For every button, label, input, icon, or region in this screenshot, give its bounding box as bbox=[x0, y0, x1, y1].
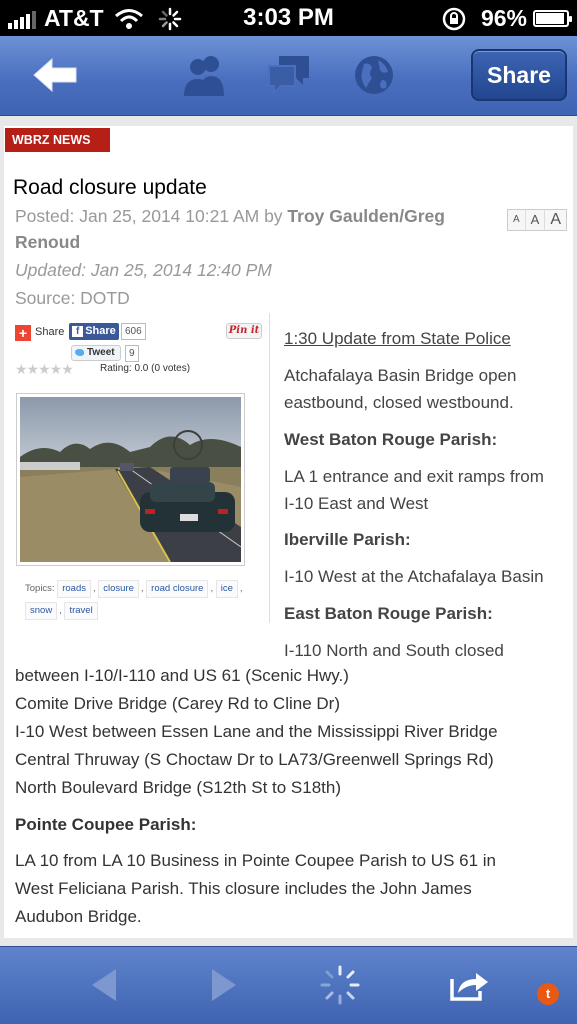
chat-icon[interactable] bbox=[265, 52, 313, 98]
bottom-toolbar: t bbox=[0, 946, 577, 1024]
update-link[interactable]: 1:30 Update from State Police bbox=[284, 325, 511, 352]
author-line-2[interactable]: Renoud bbox=[15, 232, 80, 253]
source-badge: WBRZ NEWS bbox=[5, 128, 110, 152]
body-text: Comite Drive Bridge (Carey Rd to Cline D… bbox=[15, 694, 340, 713]
tweet-count: 9 bbox=[125, 345, 139, 362]
loading-spinner-icon bbox=[320, 965, 360, 1005]
back-icon[interactable] bbox=[84, 965, 128, 1005]
facebook-share-button[interactable]: f Share bbox=[69, 323, 119, 340]
topic-tag[interactable]: road closure bbox=[146, 580, 209, 598]
source-line: Source: DOTD bbox=[15, 288, 130, 308]
topic-tag[interactable]: roads bbox=[57, 580, 91, 598]
body-text: between I-10/I-110 and US 61 (Scenic Hwy… bbox=[15, 666, 349, 685]
social-share-row: + Share f Share 606 Pin it Tweet 9 bbox=[15, 323, 265, 362]
article-card: WBRZ NEWS Road closure update Posted: Ja… bbox=[4, 126, 573, 938]
share-button[interactable]: Share bbox=[471, 49, 567, 101]
pinterest-pin-button[interactable]: Pin it bbox=[226, 323, 262, 339]
notification-badge[interactable]: t bbox=[537, 983, 559, 1005]
road-photo-image bbox=[20, 397, 242, 563]
topic-tag[interactable]: travel bbox=[64, 602, 98, 620]
font-large-button[interactable]: A bbox=[545, 210, 566, 230]
facebook-share-label: Share bbox=[85, 325, 116, 337]
addthis-plus-icon[interactable]: + bbox=[15, 325, 31, 341]
rating-text: Rating: 0.0 (0 votes) bbox=[100, 363, 191, 374]
body-text: Audubon Bridge. bbox=[15, 907, 142, 926]
rating-stars-icon[interactable]: ★★★★★ bbox=[15, 361, 74, 378]
share-out-icon[interactable] bbox=[446, 965, 490, 1005]
rotation-lock-icon bbox=[442, 7, 466, 30]
tweet-button[interactable]: Tweet bbox=[71, 345, 121, 361]
font-small-button[interactable]: A bbox=[508, 210, 526, 230]
section-heading: West Baton Rouge Parish: bbox=[284, 430, 498, 449]
battery-status: 96% bbox=[441, 5, 572, 32]
topics-label: Topics: bbox=[25, 583, 55, 594]
font-size-selector: A A A bbox=[506, 209, 567, 231]
posted-line: Posted: Jan 25, 2014 10:21 AM by Troy Ga… bbox=[15, 206, 445, 227]
topic-tag[interactable]: ice bbox=[215, 580, 238, 598]
section-heading: Iberville Parish: bbox=[284, 530, 411, 549]
updated-line: Updated: Jan 25, 2014 12:40 PM bbox=[15, 260, 272, 280]
article-title: Road closure update bbox=[13, 176, 207, 199]
status-bar: AT&T 3:03 PM 96% bbox=[0, 0, 577, 36]
body-text: North Boulevard Bridge (S12th St to S18t… bbox=[15, 778, 342, 797]
facebook-icon: f bbox=[72, 326, 84, 337]
body-text: West Feliciana Parish. This closure incl… bbox=[15, 879, 472, 898]
font-medium-button[interactable]: A bbox=[526, 210, 546, 230]
body-text: LA 1 entrance and exit ramps from bbox=[284, 467, 544, 486]
author-link-cont[interactable]: Renoud bbox=[15, 232, 80, 252]
section-heading: East Baton Rouge Parish: bbox=[284, 604, 493, 623]
article-container: WBRZ NEWS Road closure update Posted: Ja… bbox=[0, 116, 577, 946]
topic-tag[interactable]: snow bbox=[25, 602, 58, 620]
body-text: Atchafalaya Basin Bridge open bbox=[284, 366, 517, 385]
body-text: I-10 West at the Atchafalaya Basin bbox=[284, 567, 544, 586]
battery-percent: 96% bbox=[480, 5, 527, 31]
body-text: I-110 North and South closed bbox=[284, 641, 504, 660]
posted-text: Posted: Jan 25, 2014 10:21 AM by bbox=[15, 206, 288, 226]
topics-list: Topics: roads, closure, road closure, ic… bbox=[25, 578, 265, 622]
addthis-share-link[interactable]: Share bbox=[35, 326, 64, 338]
friends-icon[interactable] bbox=[180, 52, 228, 98]
nav-bar: Share bbox=[0, 36, 577, 116]
forward-icon[interactable] bbox=[200, 965, 244, 1005]
globe-icon[interactable] bbox=[350, 52, 398, 98]
back-arrow-icon[interactable] bbox=[30, 54, 82, 96]
rating-row: ★★★★★ Rating: 0.0 (0 votes) bbox=[15, 361, 265, 377]
facebook-share-count: 606 bbox=[121, 323, 146, 340]
body-text: LA 10 from LA 10 Business in Pointe Coup… bbox=[15, 851, 497, 870]
topic-tag[interactable]: closure bbox=[98, 580, 139, 598]
body-text: eastbound, closed westbound. bbox=[284, 393, 514, 412]
section-heading: Pointe Coupee Parish: bbox=[15, 815, 197, 834]
body-text: I-10 East and West bbox=[284, 494, 429, 513]
article-sidebar: + Share f Share 606 Pin it Tweet 9 ★★★★★ … bbox=[15, 313, 270, 623]
body-text: I-10 West between Essen Lane and the Mis… bbox=[15, 722, 498, 741]
body-text: Central Thruway (S Choctaw Dr to LA73/Gr… bbox=[15, 750, 494, 769]
battery-icon bbox=[533, 10, 572, 27]
author-link[interactable]: Troy Gaulden/Greg bbox=[287, 206, 445, 226]
article-photo[interactable] bbox=[16, 393, 245, 566]
